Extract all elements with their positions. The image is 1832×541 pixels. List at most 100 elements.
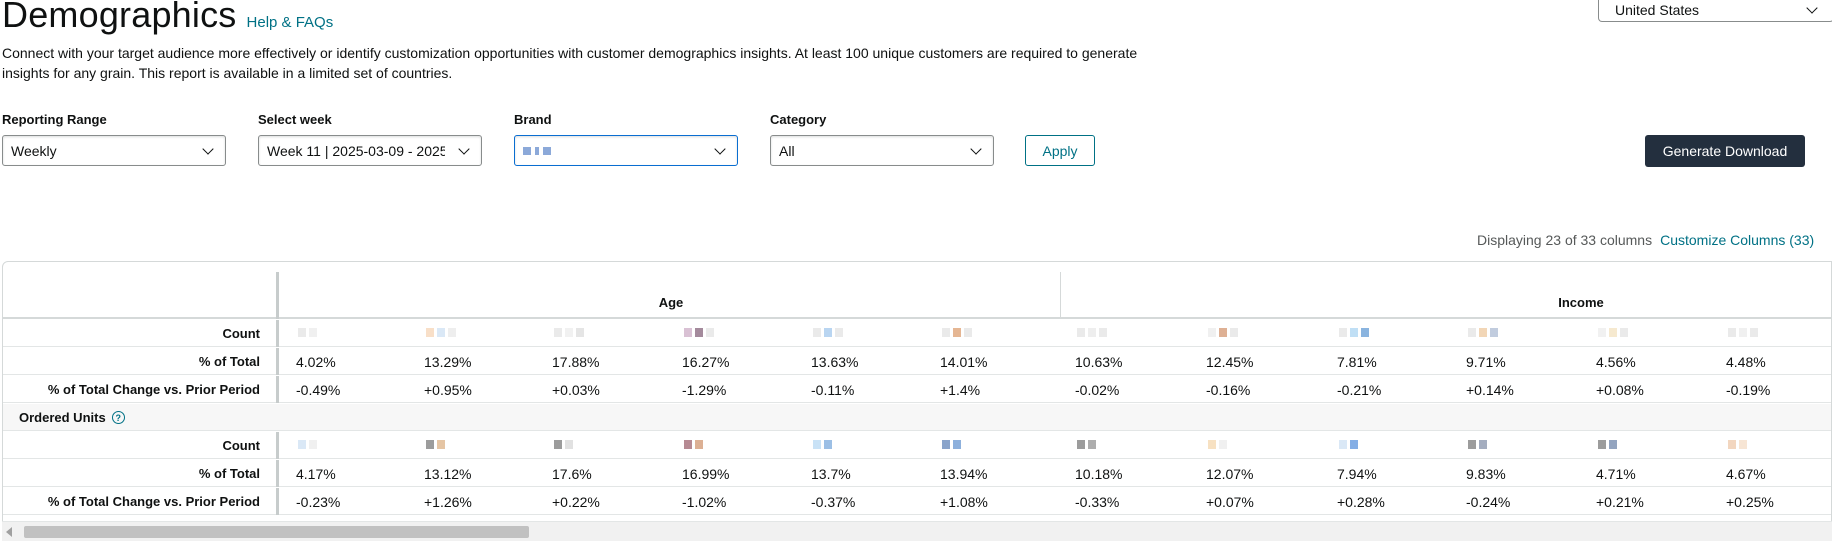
glance-pct-change-row-label: % of Total Change vs. Prior Period	[3, 376, 279, 403]
redacted-count	[1598, 440, 1617, 449]
select-week-select[interactable]: Week 11 | 2025-03-09 - 2025-03-15	[258, 135, 482, 166]
reporting-range-value: Weekly	[11, 142, 57, 159]
chevron-down-icon	[1807, 5, 1817, 15]
table-cell: -0.16%	[1206, 381, 1251, 398]
row-label-text: Ordered Units	[19, 410, 106, 425]
table-cell: -1.02%	[682, 493, 727, 510]
table-cell: -0.21%	[1337, 381, 1382, 398]
table-cell: 16.99%	[682, 465, 730, 482]
help-faqs-link[interactable]: Help & FAQs	[247, 14, 334, 31]
table-cell: 13.7%	[811, 465, 851, 482]
scrollbar-thumb[interactable]	[24, 526, 529, 538]
table-cell: +0.07%	[1206, 493, 1254, 510]
page-header: Demographics Help & FAQs	[2, 0, 333, 36]
redacted-count	[554, 440, 573, 449]
table-cell: +0.14%	[1466, 381, 1514, 398]
redacted-count	[1598, 328, 1628, 337]
columns-info: Displaying 23 of 33 columns Customize Co…	[1477, 232, 1814, 248]
apply-button[interactable]: Apply	[1025, 135, 1095, 166]
generate-download-button[interactable]: Generate Download	[1645, 135, 1805, 167]
demographics-table: Age Income Count % of Total 4.02% 13.29% 17.…	[2, 261, 1832, 541]
group-header-age: Age	[658, 295, 684, 310]
category-select[interactable]: All	[770, 135, 994, 166]
redacted-count	[1208, 328, 1238, 337]
redacted-count	[1208, 440, 1227, 449]
chevron-down-icon	[971, 146, 981, 156]
redacted-count	[1339, 440, 1358, 449]
redacted-count	[684, 440, 703, 449]
brand-select[interactable]	[514, 135, 738, 166]
redacted-count	[813, 328, 843, 337]
table-cell: 4.48%	[1726, 353, 1766, 370]
table-cell: +1.08%	[940, 493, 988, 510]
table-cell: +0.28%	[1337, 493, 1385, 510]
units-count-row-label: Count	[3, 432, 279, 459]
table-cell: -0.23%	[296, 493, 341, 510]
chevron-down-icon	[459, 146, 469, 156]
table-cell: 9.83%	[1466, 465, 1506, 482]
table-cell: 10.63%	[1075, 353, 1123, 370]
customize-columns-link[interactable]: Customize Columns (33)	[1660, 232, 1814, 248]
table-cell: -0.02%	[1075, 381, 1120, 398]
reporting-range-label: Reporting Range	[2, 112, 107, 127]
row-label-text: % of Total Change vs. Prior Period	[47, 382, 260, 397]
category-label: Category	[770, 112, 827, 127]
marketplace-select[interactable]: United States	[1598, 0, 1832, 22]
redacted-count	[1339, 328, 1369, 337]
table-cell: -0.11%	[811, 381, 855, 398]
table-cell: -0.33%	[1075, 493, 1120, 510]
ordered-units-section: Ordered Units?	[3, 404, 1831, 431]
redacted-count	[1077, 328, 1107, 337]
reporting-range-filter: Reporting Range Weekly	[2, 112, 226, 166]
glance-count-row-label: Count	[3, 320, 279, 347]
brand-redacted-value	[523, 146, 551, 155]
brand-label: Brand	[514, 112, 552, 127]
table-cell: +1.26%	[424, 493, 472, 510]
select-week-label: Select week	[258, 112, 332, 127]
table-cell: -0.49%	[296, 381, 341, 398]
select-week-filter: Select week Week 11 | 2025-03-09 - 2025-…	[258, 112, 482, 166]
category-value: All	[779, 142, 795, 159]
table-cell: 17.6%	[552, 465, 592, 482]
redacted-count	[1468, 328, 1498, 337]
page-title: Demographics	[2, 0, 237, 35]
redacted-count	[298, 328, 317, 337]
table-cell: 12.07%	[1206, 465, 1254, 482]
units-count-row: Count	[3, 432, 1831, 459]
page-description: Connect with your target audience more e…	[2, 45, 1138, 81]
table-cell: +0.22%	[552, 493, 600, 510]
group-header-row: Age Income	[3, 272, 1831, 319]
help-icon[interactable]: ?	[111, 411, 125, 424]
columns-count-text: Displaying 23 of 33 columns	[1477, 232, 1653, 248]
glance-pct-total-row-label: % of Total	[3, 348, 279, 375]
glance-count-row: Count	[3, 320, 1831, 347]
redacted-count	[298, 440, 317, 449]
category-filter: Category All	[770, 112, 994, 166]
table-cell: 13.29%	[424, 353, 472, 370]
scroll-left-icon[interactable]	[6, 527, 12, 537]
redacted-count	[554, 328, 584, 337]
units-pct-change-row-label: % of Total Change vs. Prior Period	[3, 488, 279, 515]
horizontal-scrollbar[interactable]	[2, 521, 1832, 541]
table-cell: -0.19%	[1726, 381, 1771, 398]
row-label-text: % of Total	[198, 466, 260, 481]
table-cell: -1.29%	[682, 381, 727, 398]
marketplace-value: United States	[1615, 1, 1700, 18]
table-cell: -0.24%	[1466, 493, 1511, 510]
chevron-down-icon	[203, 146, 213, 156]
units-pct-total-row-label: % of Total	[3, 460, 279, 487]
table-cell: +0.95%	[424, 381, 472, 398]
table-cell: 17.88%	[552, 353, 600, 370]
redacted-count	[1468, 440, 1487, 449]
units-pct-change-row: % of Total Change vs. Prior Period -0.23%…	[3, 488, 1831, 515]
redacted-count	[426, 328, 456, 337]
table-cell: 4.56%	[1596, 353, 1636, 370]
row-label-text: % of Total Change vs. Prior Period	[47, 494, 260, 509]
table-cell: 7.94%	[1337, 465, 1377, 482]
group-header-income: Income	[1558, 295, 1604, 310]
table-cell: 13.12%	[424, 465, 472, 482]
table-cell: +0.08%	[1596, 381, 1644, 398]
table-cell: 12.45%	[1206, 353, 1254, 370]
redacted-count	[426, 440, 445, 449]
reporting-range-select[interactable]: Weekly	[2, 135, 226, 166]
